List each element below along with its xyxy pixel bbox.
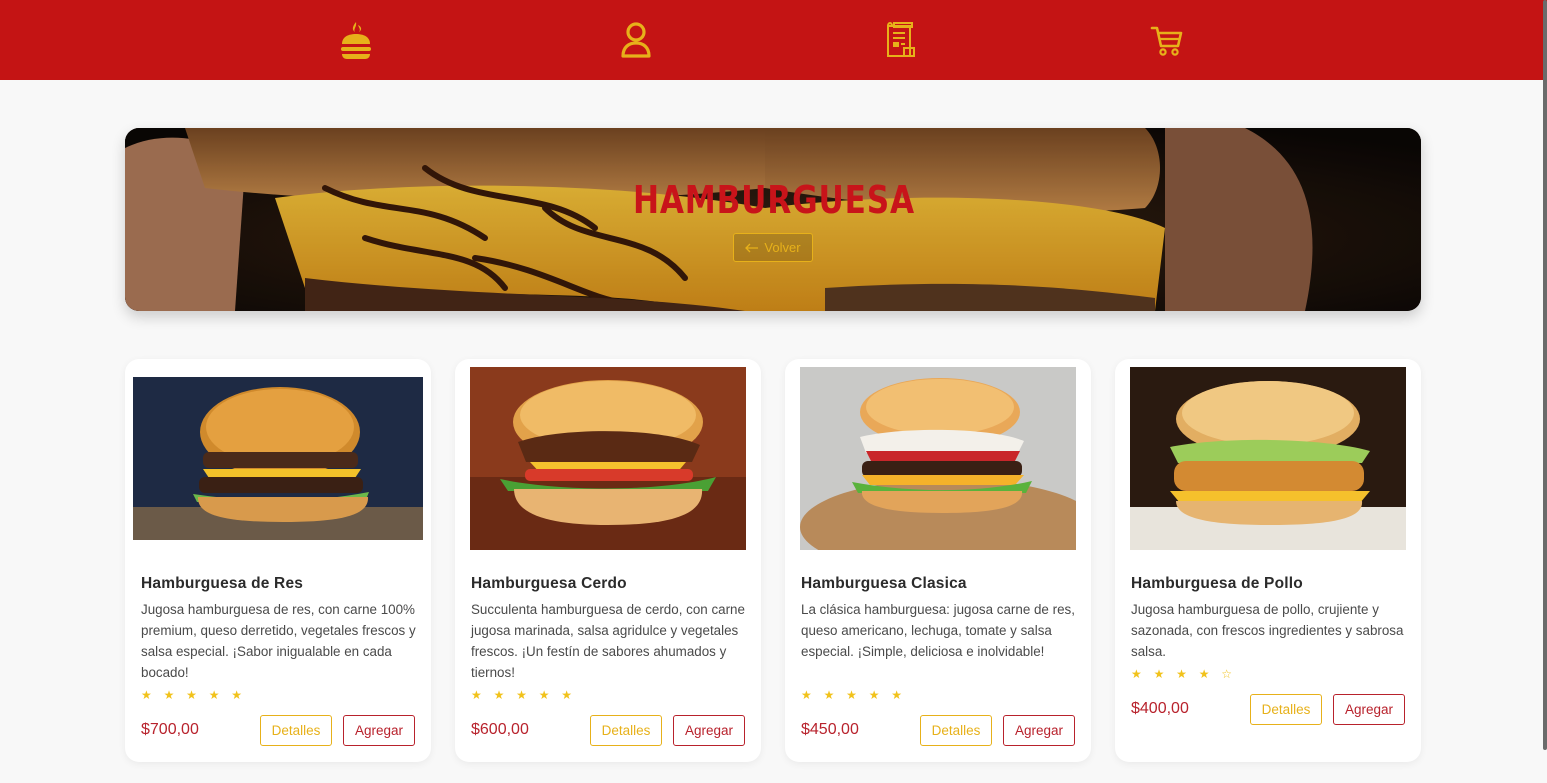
add-to-cart-button[interactable]: Agregar	[343, 715, 415, 746]
details-button[interactable]: Detalles	[920, 715, 992, 746]
cart-icon[interactable]	[1147, 18, 1187, 62]
rating-stars: ★ ★ ★ ★ ★	[471, 688, 577, 702]
product-title: Hamburguesa de Res	[141, 575, 304, 592]
product-title: Hamburguesa Clasica	[801, 575, 967, 592]
add-to-cart-button[interactable]: Agregar	[1003, 715, 1075, 746]
product-title: Hamburguesa Cerdo	[471, 575, 627, 592]
product-price: $600,00	[471, 721, 529, 738]
product-image	[800, 367, 1076, 550]
add-to-cart-button[interactable]: Agregar	[673, 715, 745, 746]
details-button[interactable]: Detalles	[260, 715, 332, 746]
rating-stars: ★ ★ ★ ★ ★	[141, 688, 247, 702]
scrollbar[interactable]	[1543, 0, 1547, 750]
burger-menu-icon[interactable]	[336, 18, 376, 62]
product-description: La clásica hamburguesa: jugosa carne de …	[801, 602, 1075, 659]
back-button-label: Volver	[764, 240, 801, 255]
rating-stars: ★ ★ ★ ★ ☆	[1131, 667, 1237, 681]
details-button[interactable]: Detalles	[590, 715, 662, 746]
product-description: Jugosa hamburguesa de res, con carne 100…	[141, 602, 416, 680]
product-image	[1130, 367, 1406, 550]
product-image	[470, 367, 746, 550]
rating-stars: ★ ★ ★ ★ ★	[801, 688, 907, 702]
product-price: $700,00	[141, 721, 199, 738]
product-card: Hamburguesa de Res Jugosa hamburguesa de…	[125, 359, 431, 762]
hero-title: HAMBURGUESA	[632, 178, 915, 222]
product-title: Hamburguesa de Pollo	[1131, 575, 1303, 592]
arrow-left-icon	[745, 243, 759, 252]
add-to-cart-button[interactable]: Agregar	[1333, 694, 1405, 725]
product-card: Hamburguesa Cerdo Succulenta hamburguesa…	[455, 359, 761, 762]
product-price: $400,00	[1131, 700, 1189, 717]
product-price: $450,00	[801, 721, 859, 738]
user-icon[interactable]	[616, 18, 656, 62]
hero-title-wrap: HAMBURGUESA	[0, 178, 1547, 222]
product-card: Hamburguesa Clasica La clásica hamburgue…	[785, 359, 1091, 762]
product-card: Hamburguesa de Pollo Jugosa hamburguesa …	[1115, 359, 1421, 762]
top-nav-bar	[0, 0, 1547, 80]
back-button[interactable]: Volver	[733, 233, 813, 262]
details-button[interactable]: Detalles	[1250, 694, 1322, 725]
product-description: Succulenta hamburguesa de cerdo, con car…	[471, 602, 745, 680]
product-description: Jugosa hamburguesa de pollo, crujiente y…	[1131, 602, 1404, 659]
receipt-icon[interactable]	[881, 18, 921, 62]
product-image	[133, 377, 423, 540]
